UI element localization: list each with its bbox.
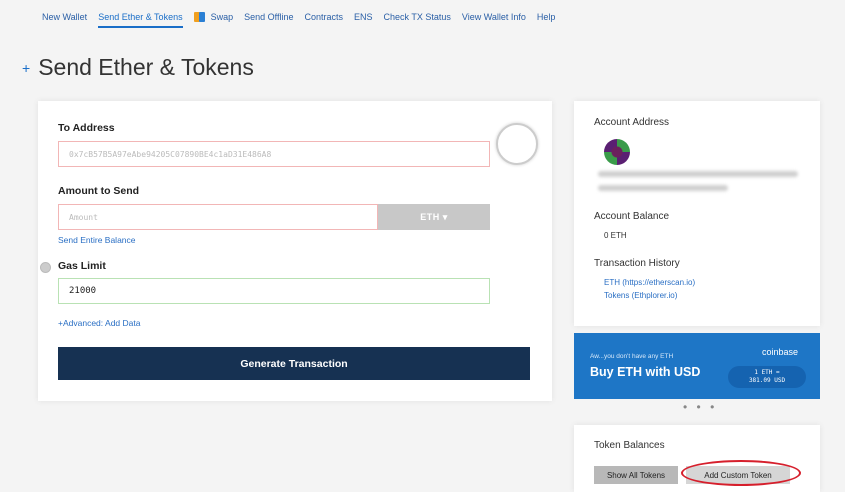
add-custom-token-button[interactable]: Add Custom Token [686, 466, 790, 484]
amount-label: Amount to Send [58, 185, 140, 197]
nav-ens[interactable]: ENS [354, 0, 373, 34]
generate-transaction-button[interactable]: Generate Transaction [58, 347, 530, 380]
nav-send-ether-tokens[interactable]: Send Ether & Tokens [98, 0, 183, 34]
plus-icon: + [22, 59, 31, 76]
account-address-blurred-2 [598, 185, 728, 191]
nav-check-tx-status[interactable]: Check TX Status [384, 0, 451, 34]
send-form-card: To Address 0x7cB57B5A97eAbe94205C07890BE… [38, 101, 552, 401]
to-address-input[interactable]: 0x7cB57B5A97eAbe94205C07890BE4c1aD31E486… [58, 141, 490, 167]
nav-swap-label: Swap [210, 12, 234, 22]
account-address-blurred [598, 171, 798, 177]
coinbase-rate-pill: 1 ETH = 381.09 USD [728, 366, 806, 388]
account-balance-value: 0 ETH [604, 231, 627, 240]
currency-dropdown[interactable]: ETH ▾ [378, 204, 490, 230]
transaction-history-label: Transaction History [594, 258, 680, 269]
history-tokens-link[interactable]: Tokens (Ethplorer.io) [604, 291, 677, 300]
coinbase-logo: coinbase [761, 347, 798, 357]
send-entire-balance-link[interactable]: Send Entire Balance [58, 235, 136, 245]
account-info-card: Account Address Account Balance 0 ETH Tr… [574, 101, 820, 326]
nav-view-wallet-info[interactable]: View Wallet Info [462, 0, 526, 34]
address-identicon [496, 123, 538, 165]
token-balances-label: Token Balances [594, 440, 665, 451]
token-balances-card: Token Balances Show All Tokens Add Custo… [574, 425, 820, 492]
rate-line-2: 381.09 USD [748, 377, 786, 384]
more-dots: • • • [683, 400, 718, 414]
account-balance-label: Account Balance [594, 211, 670, 222]
nav-send-offline[interactable]: Send Offline [244, 0, 293, 34]
swap-icon [193, 12, 208, 22]
help-icon[interactable] [40, 262, 51, 273]
advanced-add-data-link[interactable]: +Advanced: Add Data [58, 318, 140, 328]
coinbase-tagline: Aw...you don't have any ETH [590, 353, 674, 360]
page-title-text: Send Ether & Tokens [38, 54, 254, 80]
account-avatar [604, 139, 630, 165]
nav-new-wallet[interactable]: New Wallet [42, 0, 87, 34]
gas-limit-label: Gas Limit [58, 260, 106, 272]
nav-help[interactable]: Help [537, 0, 556, 34]
to-address-label: To Address [58, 122, 115, 134]
show-all-tokens-button[interactable]: Show All Tokens [594, 466, 678, 484]
coinbase-headline: Buy ETH with USD [590, 365, 701, 379]
account-address-label: Account Address [594, 117, 670, 128]
coinbase-buy-banner[interactable]: Aw...you don't have any ETH Buy ETH with… [574, 333, 820, 399]
page-title: + Send Ether & Tokens [22, 54, 254, 81]
rate-line-1: 1 ETH = [754, 369, 780, 376]
top-nav: New Wallet Send Ether & Tokens Swap Send… [0, 0, 845, 34]
nav-swap[interactable]: Swap [193, 0, 234, 34]
gas-limit-input[interactable]: 21000 [58, 278, 490, 304]
history-eth-link[interactable]: ETH (https://etherscan.io) [604, 278, 695, 287]
nav-contracts[interactable]: Contracts [304, 0, 343, 34]
amount-input[interactable]: Amount [58, 204, 378, 230]
